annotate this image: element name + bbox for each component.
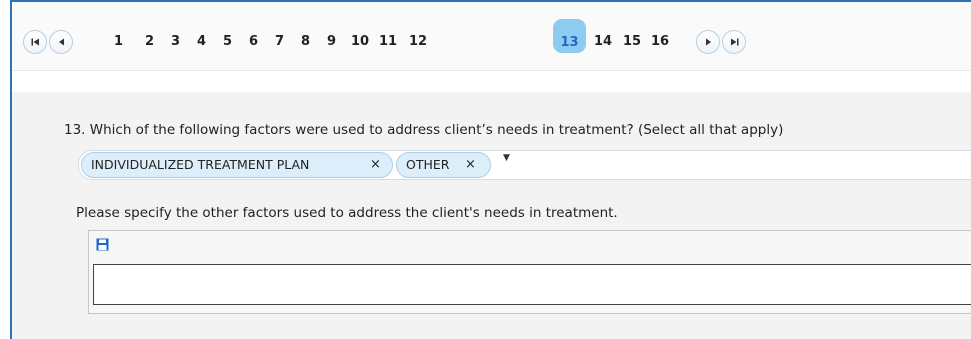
survey-frame: 1 2 3 4 5 6 7 8 9 10 11 12 13 14 15 16 1… bbox=[10, 0, 971, 339]
page-link-12[interactable]: 12 bbox=[409, 34, 427, 50]
question-panel: 13. Which of the following factors were … bbox=[12, 92, 971, 339]
pagination-bar: 1 2 3 4 5 6 7 8 9 10 11 12 13 14 15 16 bbox=[12, 2, 971, 71]
page-link-2[interactable]: 2 bbox=[145, 34, 154, 50]
remove-chip-button[interactable]: × bbox=[465, 153, 476, 177]
first-page-icon bbox=[31, 38, 39, 46]
selected-chip-other: OTHER × bbox=[396, 152, 491, 178]
selected-chip-individualized-treatment-plan: INDIVIDUALIZED TREATMENT PLAN × bbox=[81, 152, 393, 178]
first-page-button[interactable] bbox=[23, 30, 47, 54]
dropdown-caret-icon[interactable]: ▼ bbox=[503, 153, 510, 163]
page-link-16[interactable]: 16 bbox=[651, 34, 669, 50]
chip-label: OTHER bbox=[406, 157, 450, 172]
last-page-button[interactable] bbox=[722, 30, 746, 54]
next-page-button[interactable] bbox=[696, 30, 720, 54]
page-link-4[interactable]: 4 bbox=[197, 34, 206, 50]
previous-page-icon bbox=[58, 38, 64, 46]
other-factors-editor bbox=[88, 230, 971, 314]
chip-label: INDIVIDUALIZED TREATMENT PLAN bbox=[91, 157, 310, 172]
other-factors-label: Please specify the other factors used to… bbox=[76, 205, 618, 221]
save-icon[interactable] bbox=[96, 238, 109, 251]
page-link-6[interactable]: 6 bbox=[249, 34, 258, 50]
page-link-10[interactable]: 10 bbox=[351, 34, 369, 50]
page-link-11[interactable]: 11 bbox=[379, 34, 397, 50]
remove-chip-button[interactable]: × bbox=[370, 153, 381, 177]
page-link-15[interactable]: 15 bbox=[623, 34, 641, 50]
current-page-indicator[interactable]: 13 bbox=[553, 19, 586, 53]
other-factors-text-input[interactable] bbox=[93, 264, 971, 305]
page-link-7[interactable]: 7 bbox=[275, 34, 284, 50]
page-link-9[interactable]: 9 bbox=[327, 34, 336, 50]
page-link-8[interactable]: 8 bbox=[301, 34, 310, 50]
page-link-5[interactable]: 5 bbox=[223, 34, 232, 50]
page-link-3[interactable]: 3 bbox=[171, 34, 180, 50]
question-text: 13. Which of the following factors were … bbox=[64, 122, 784, 138]
previous-page-button[interactable] bbox=[49, 30, 73, 54]
page-link-14[interactable]: 14 bbox=[594, 34, 612, 50]
factors-multiselect[interactable]: INDIVIDUALIZED TREATMENT PLAN × OTHER × … bbox=[78, 150, 971, 180]
last-page-icon bbox=[730, 38, 738, 46]
next-page-icon bbox=[705, 38, 711, 46]
page-link-1[interactable]: 1 bbox=[114, 34, 123, 50]
